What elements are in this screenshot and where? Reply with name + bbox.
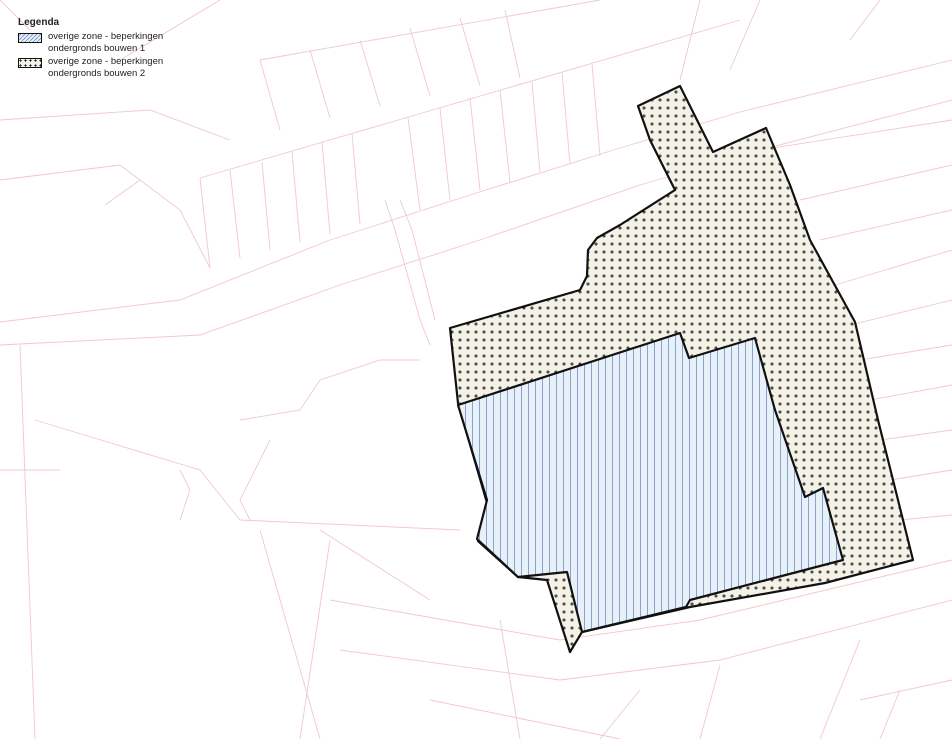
legend-label-zone-1-line1: overige zone - beperkingen	[48, 31, 164, 42]
legend-label-zone-1-line2: ondergronds bouwen 1	[48, 43, 146, 54]
legend-title: Legenda	[18, 17, 60, 28]
legend-item-zone-2: overige zone - beperkingen ondergronds b…	[18, 56, 163, 80]
legend: Legenda overige zone - beperkingen onder…	[18, 17, 163, 81]
map-canvas[interactable]: Legenda overige zone - beperkingen onder…	[0, 0, 952, 739]
legend-label-zone-2-line1: overige zone - beperkingen	[48, 56, 164, 67]
legend-item-zone-1: overige zone - beperkingen ondergronds b…	[18, 31, 163, 55]
hatch-swatch-icon	[18, 33, 42, 43]
cross-dot-swatch-icon	[18, 58, 42, 68]
legend-label-zone-2-line2: ondergronds bouwen 2	[48, 68, 146, 79]
map-view[interactable]	[0, 0, 952, 739]
